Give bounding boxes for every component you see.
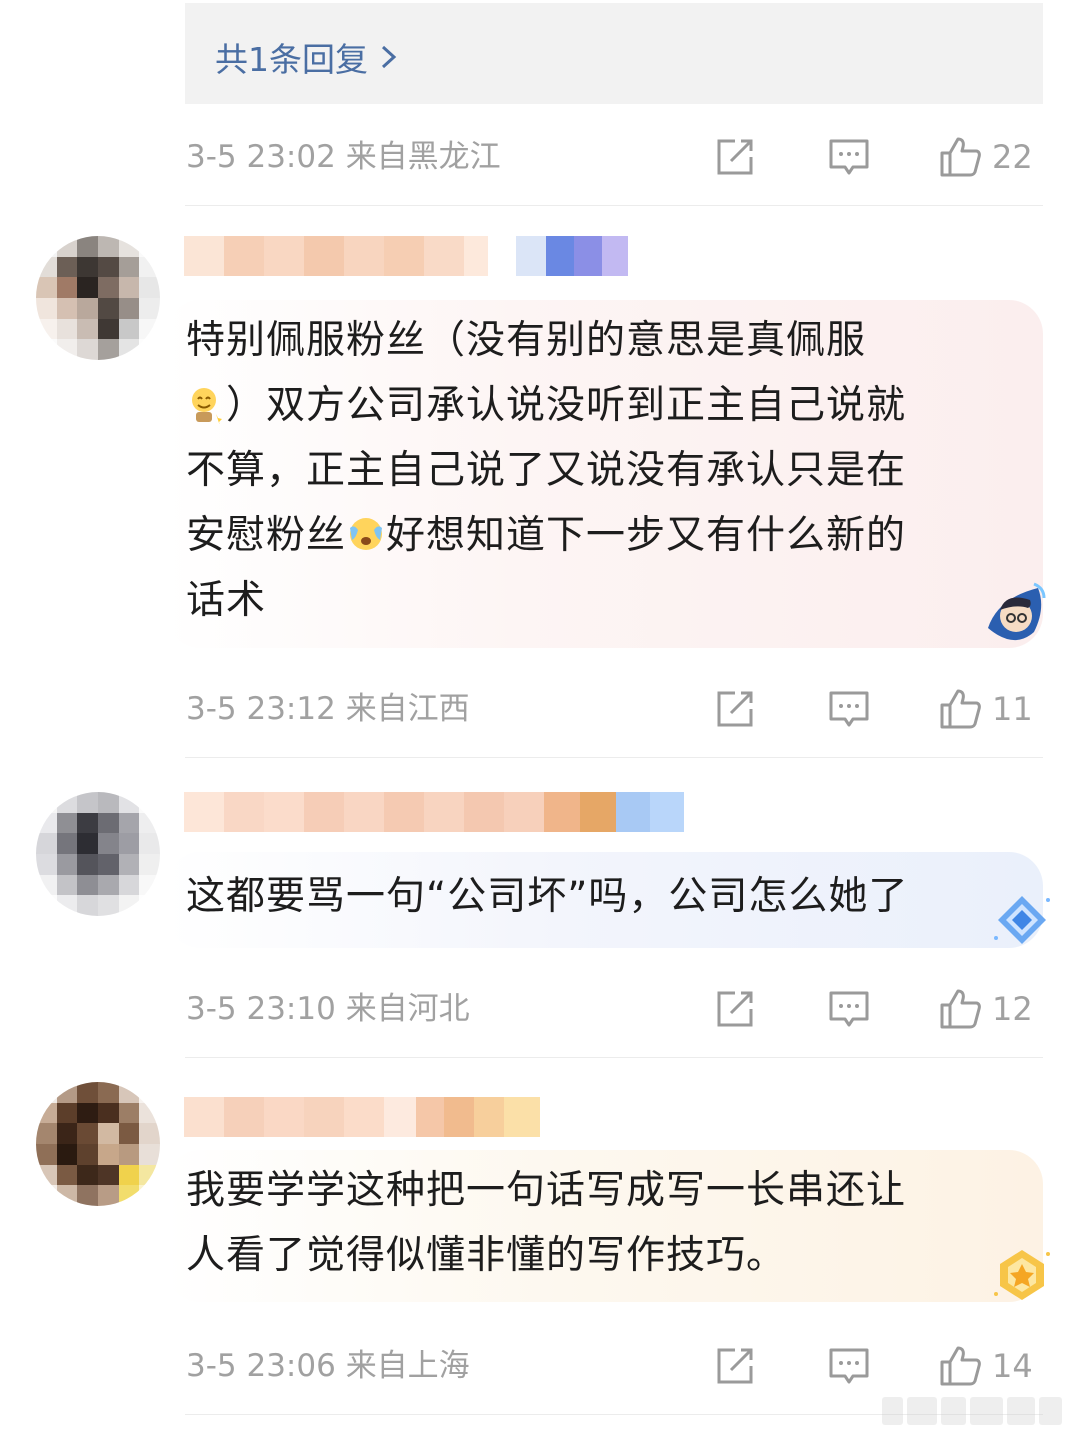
like-icon[interactable] (938, 687, 982, 731)
comment-meta-row: 3-5 23:10 来自河北 12 (186, 987, 1046, 1031)
comment-icon[interactable] (827, 687, 871, 731)
comment-text: 特别佩服粉丝（没有别的意思是真佩服 ）双方公司承认说没听到正主自己说就 不算，正… (186, 308, 906, 633)
comment-meta-row: 3-5 23:12 来自江西 11 (186, 687, 1046, 731)
smiling-emoji (186, 379, 226, 426)
comment-line: 这都要骂一句“公司坏”吗，公司怎么她了 (186, 874, 909, 919)
comment-line: 特别佩服粉丝（没有别的意思是真佩服 (186, 318, 867, 363)
crying-emoji (346, 509, 386, 550)
comment-icon[interactable] (827, 987, 871, 1031)
comment-line: 安慰粉丝 (186, 513, 347, 558)
comment-location: 来自上海 (345, 1348, 470, 1384)
like-count: 14 (992, 1347, 1033, 1385)
divider (185, 205, 1043, 206)
comment-line: 好想知道下一步又有什么新的 (386, 513, 907, 558)
like-count: 11 (992, 690, 1033, 728)
like-icon[interactable] (938, 135, 982, 179)
like-icon[interactable] (938, 987, 982, 1031)
share-icon[interactable] (713, 687, 757, 731)
comment-line: ）双方公司承认说没听到正主自己说就 (226, 383, 907, 428)
comment-line: 人看了觉得似懂非懂的写作技巧。 (186, 1233, 787, 1278)
username-blurred[interactable] (184, 1097, 540, 1137)
divider (185, 1057, 1043, 1058)
username-blurred[interactable] (184, 792, 684, 832)
like-count: 12 (992, 990, 1033, 1028)
comment-meta-row: 3-5 23:02 来自黑龙江 22 (186, 135, 1046, 179)
like-count: 22 (992, 138, 1033, 176)
comment-text: 我要学学这种把一句话写成写一长串还让 人看了觉得似懂非懂的写作技巧。 (186, 1158, 906, 1288)
reply-count-label: 共1条回复 (215, 40, 368, 79)
comment-icon[interactable] (827, 1344, 871, 1388)
comment-time: 3-5 23:12 (186, 691, 336, 727)
share-icon[interactable] (713, 135, 757, 179)
comment-line: 我要学学这种把一句话写成写一长串还让 (186, 1168, 907, 1213)
comment-location: 来自江西 (345, 691, 470, 727)
comment-meta-row: 3-5 23:06 来自上海 14 (186, 1344, 1046, 1388)
avatar[interactable] (36, 792, 160, 916)
like-icon[interactable] (938, 1344, 982, 1388)
comment-time: 3-5 23:10 (186, 991, 336, 1027)
comment-meta: 3-5 23:10 来自河北 (186, 987, 470, 1031)
comment-icon[interactable] (827, 135, 871, 179)
share-icon[interactable] (713, 987, 757, 1031)
avatar[interactable] (36, 1082, 160, 1206)
comment-time: 3-5 23:06 (186, 1348, 336, 1384)
comment-line: 话术 (186, 578, 267, 623)
view-replies-link[interactable]: 共1条回复 (215, 33, 400, 81)
chevron-right-icon (381, 45, 397, 69)
comment-text: 这都要骂一句“公司坏”吗，公司怎么她了 (186, 864, 908, 929)
divider (185, 757, 1043, 758)
gold-badge-icon (990, 1244, 1054, 1304)
comment-time: 3-5 23:02 (186, 139, 336, 175)
comment-meta: 3-5 23:12 来自江西 (186, 687, 470, 731)
diamond-badge-icon (990, 892, 1054, 950)
comment-line: 不算，正主自己说了又说没有承认只是在 (186, 448, 907, 493)
avatar[interactable] (36, 236, 160, 360)
comment-location: 来自河北 (345, 991, 470, 1027)
reply-summary-box[interactable]: 共1条回复 (185, 3, 1043, 104)
comment-meta: 3-5 23:02 来自黑龙江 (186, 135, 501, 179)
share-icon[interactable] (713, 1344, 757, 1388)
comment-meta: 3-5 23:06 来自上海 (186, 1344, 470, 1388)
comment-location: 来自黑龙江 (345, 139, 501, 175)
character-badge-icon (982, 578, 1052, 654)
watermark (882, 1397, 1062, 1425)
username-blurred[interactable] (184, 236, 628, 276)
